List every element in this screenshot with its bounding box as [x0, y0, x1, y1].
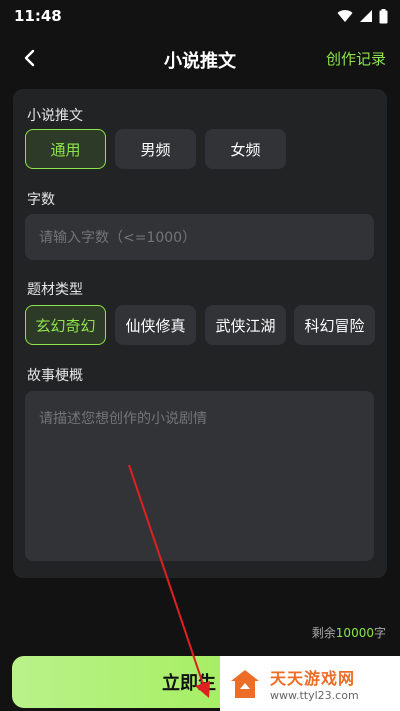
remaining-count: 剩余10000字 — [312, 624, 386, 641]
wifi-icon — [337, 10, 353, 22]
status-icons — [337, 8, 388, 24]
synopsis-label: 故事梗概 — [27, 368, 83, 384]
word-count-label: 字数 — [27, 192, 55, 208]
watermark-text: 天天游戏网 www.ttyl23.com — [270, 665, 359, 702]
genre-option-xianxia[interactable]: 仙侠修真 — [115, 305, 196, 345]
nav-bar: 小说推文 创作记录 — [0, 38, 400, 78]
genre-option-fantasy[interactable]: 玄幻奇幻 — [25, 305, 106, 345]
watermark-title: 天天游戏网 — [270, 669, 356, 688]
watermark: 天天游戏网 www.ttyl23.com — [220, 656, 400, 711]
battery-icon — [379, 8, 388, 23]
synopsis-textarea[interactable]: 请描述您想创作的小说剧情 — [25, 391, 374, 561]
category-option-male[interactable]: 男频 — [115, 129, 196, 169]
category-option-female[interactable]: 女频 — [205, 129, 286, 169]
remaining-number: 10000 — [335, 626, 374, 640]
status-bar: 11:48 — [0, 0, 400, 32]
word-count-placeholder: 请输入字数（<=1000） — [39, 230, 197, 246]
generate-now-label: 立即生 — [162, 673, 216, 694]
genre-label: 题材类型 — [27, 282, 83, 298]
genre-option-scifi[interactable]: 科幻冒险 — [294, 305, 375, 345]
remaining-prefix: 剩余 — [311, 626, 336, 640]
genre-option-wuxia[interactable]: 武侠江湖 — [205, 305, 286, 345]
category-label: 小说推文 — [27, 108, 83, 124]
form-card: 小说推文 通用 男频 女频 字数 请输入字数（<=1000） 题材类型 玄幻奇幻… — [13, 89, 387, 578]
status-time: 11:48 — [14, 7, 62, 25]
category-option-general[interactable]: 通用 — [25, 129, 106, 169]
back-button[interactable] — [18, 46, 42, 70]
remaining-suffix: 字 — [373, 626, 386, 640]
word-count-input[interactable]: 请输入字数（<=1000） — [25, 214, 374, 260]
synopsis-placeholder: 请描述您想创作的小说剧情 — [39, 411, 207, 427]
watermark-url: www.ttyl23.com — [270, 689, 359, 702]
chevron-left-icon — [24, 49, 35, 67]
site-logo-icon — [231, 669, 259, 698]
creation-record-link[interactable]: 创作记录 — [326, 48, 386, 69]
signal-icon — [360, 10, 372, 22]
